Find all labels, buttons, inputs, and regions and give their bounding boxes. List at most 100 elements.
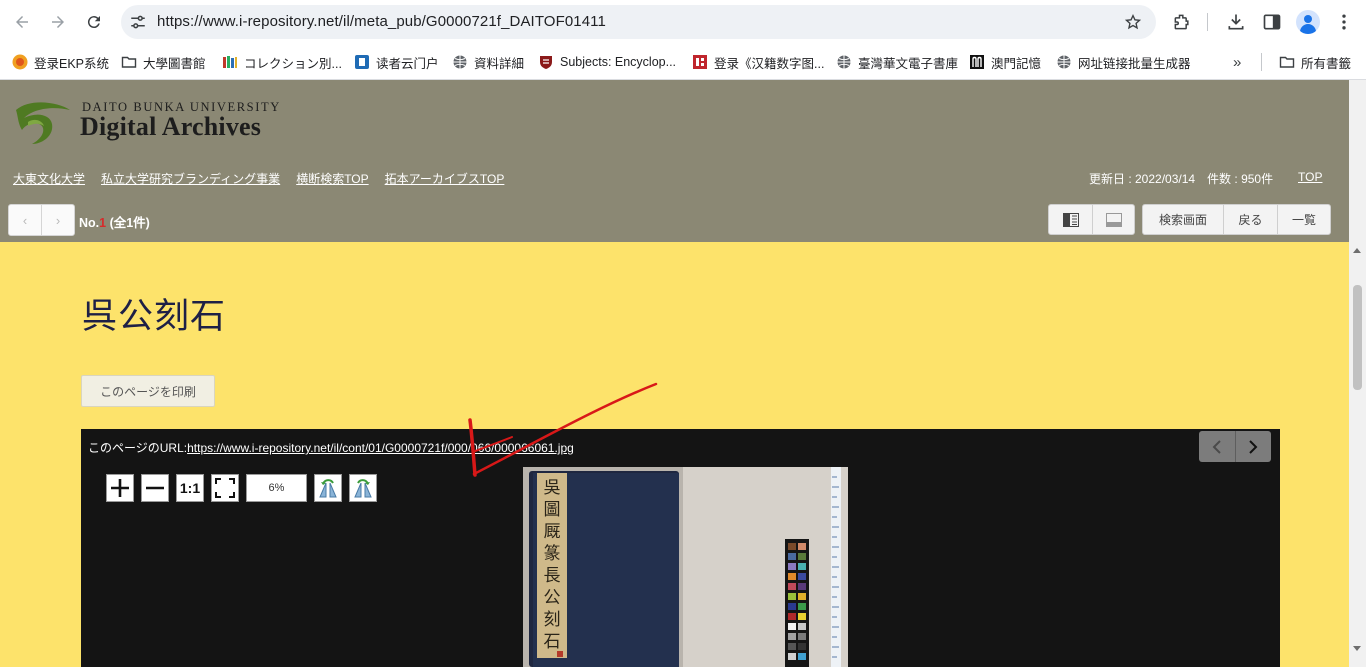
list-button[interactable]: 一覧	[1277, 205, 1330, 234]
image-url-line: このページのURL:https://www.i-repository.net/i…	[88, 441, 574, 455]
image-url-link[interactable]: https://www.i-repository.net/il/cont/01/…	[187, 441, 574, 455]
updated-count-text: 更新日 : 2022/03/14 件数 : 950件	[1089, 172, 1274, 186]
link-rubbing-archive-top[interactable]: 拓本アーカイブスTOP	[385, 170, 505, 186]
browser-toolbar: https://www.i-repository.net/il/meta_pub…	[0, 0, 1366, 44]
globe-icon	[1056, 54, 1072, 70]
bookmark-item[interactable]: 网址链接批量生成器	[1056, 52, 1191, 72]
profile-avatar[interactable]	[1296, 10, 1320, 34]
bookmark-label: 臺灣華文電子書庫	[858, 56, 959, 71]
bookmark-label: 大學圖書館	[143, 56, 206, 71]
header-links: 大東文化大学 私立大学研究ブランディング事業 横断検索TOP 拓本アーカイブスT…	[13, 170, 504, 186]
update-info: 更新日 : 2022/03/14 件数 : 950件 TOP	[1089, 170, 1322, 187]
back-button[interactable]: 戻る	[1223, 205, 1277, 234]
menu-kebab-icon[interactable]	[1332, 10, 1356, 34]
bookmark-label: 澳門記憶	[991, 56, 1042, 71]
link-cross-search-top[interactable]: 横断検索TOP	[296, 170, 368, 186]
bookmark-item[interactable]: 登录《汉籍数字图...	[692, 52, 824, 72]
bookmark-item[interactable]: Subjects: Encyclop...	[538, 52, 676, 72]
bookmark-item[interactable]: 澳門記憶	[969, 52, 1041, 72]
scanned-book-image[interactable]: 吳 圖 厩 篆 長 公 刻 石	[523, 467, 848, 667]
more-bookmarks-icon[interactable]: »	[1233, 52, 1241, 72]
folder-icon	[1279, 54, 1295, 70]
svg-text:公: 公	[544, 588, 561, 608]
bookmark-label: 网址链接批量生成器	[1078, 56, 1191, 71]
bookmark-label: 所有書籤	[1301, 56, 1352, 71]
site-settings-icon[interactable]	[129, 13, 147, 31]
site-header: DAITO BUNKA UNIVERSITY Digital Archives …	[0, 80, 1349, 242]
svg-text:長: 長	[544, 566, 561, 586]
seal-icon	[692, 54, 708, 70]
shield-icon	[538, 54, 554, 70]
svg-text:石: 石	[544, 632, 561, 652]
svg-text:厩: 厩	[544, 522, 561, 542]
link-daito-university[interactable]: 大東文化大学	[13, 170, 85, 186]
books-icon	[222, 54, 238, 70]
folder-icon	[121, 54, 137, 70]
search-screen-button[interactable]: 検索画面	[1143, 205, 1223, 234]
bookmark-item[interactable]: 登录EKP系统	[12, 52, 109, 72]
back-icon[interactable]	[9, 9, 35, 35]
link-branding-project[interactable]: 私立大学研究ブランディング事業	[101, 170, 280, 186]
globe-icon	[452, 54, 468, 70]
scroll-thumb[interactable]	[1353, 285, 1362, 390]
extensions-icon[interactable]	[1170, 10, 1194, 34]
reload-icon[interactable]	[81, 9, 107, 35]
bookmark-label: 读者云门户	[376, 56, 439, 71]
download-icon[interactable]	[1224, 10, 1248, 34]
bookmark-item[interactable]: 資料詳細	[452, 52, 524, 72]
globe-icon	[836, 54, 852, 70]
rotate-left-icon[interactable]	[314, 474, 342, 502]
record-pager: ‹ ›	[8, 204, 75, 236]
record-content: 呉公刻石 このページを印刷 このページのURL:https://www.i-re…	[0, 242, 1349, 667]
url-text[interactable]: https://www.i-repository.net/il/meta_pub…	[157, 5, 606, 39]
viewer-next-icon[interactable]	[1234, 431, 1272, 462]
viewer-pager	[1199, 431, 1271, 462]
svg-text:篆: 篆	[544, 543, 561, 564]
logo-swoosh-icon	[16, 102, 70, 144]
viewer-prev-icon[interactable]	[1199, 431, 1235, 462]
next-record-icon[interactable]: ›	[41, 205, 74, 235]
layout-columns-icon[interactable]	[1049, 205, 1092, 234]
memory-icon	[969, 54, 985, 70]
bookmark-folder[interactable]: 大學圖書館	[121, 52, 206, 72]
page-scrollbar[interactable]	[1349, 80, 1366, 667]
reader-icon	[354, 54, 370, 70]
forward-icon[interactable]	[45, 9, 71, 35]
ekp-icon	[12, 54, 28, 70]
layout-toggle	[1048, 204, 1135, 235]
fit-screen-icon[interactable]	[211, 474, 239, 502]
bookmark-label: 登录EKP系统	[34, 56, 110, 71]
svg-text:吳: 吳	[544, 478, 561, 498]
bookmarks-bar: 登录EKP系统 大學圖書館 コレクション別... 读者云门户 資料詳細 Subj…	[0, 44, 1366, 80]
actual-size-button[interactable]: 1:1	[176, 474, 204, 502]
scroll-up-icon[interactable]	[1353, 248, 1361, 253]
bookmark-item[interactable]: 臺灣華文電子書庫	[836, 52, 958, 72]
bookmark-label: 登录《汉籍数字图...	[714, 56, 825, 71]
record-number: No.1 (全1件)	[79, 216, 150, 230]
prev-record-icon[interactable]: ‹	[9, 205, 41, 235]
zoom-out-icon[interactable]	[141, 474, 169, 502]
bookmark-star-icon[interactable]	[1124, 13, 1142, 31]
link-top[interactable]: TOP	[1298, 170, 1322, 184]
svg-text:圖: 圖	[544, 500, 561, 520]
page-viewport: DAITO BUNKA UNIVERSITY Digital Archives …	[0, 80, 1349, 667]
rotate-right-icon[interactable]	[349, 474, 377, 502]
bookmark-item[interactable]: 读者云门户	[354, 52, 439, 72]
scroll-down-icon[interactable]	[1353, 646, 1361, 651]
page-title: 呉公刻石	[82, 297, 227, 337]
image-viewer: このページのURL:https://www.i-repository.net/i…	[81, 429, 1280, 667]
address-bar[interactable]: https://www.i-repository.net/il/meta_pub…	[121, 5, 1156, 39]
bookmark-label: Subjects: Encyclop...	[560, 55, 677, 69]
zoom-level: 6%	[246, 474, 307, 502]
layout-rows-icon[interactable]	[1092, 205, 1134, 234]
svg-text:刻: 刻	[544, 610, 561, 630]
bookmark-label: コレクション別...	[244, 56, 342, 71]
site-logo[interactable]: DAITO BUNKA UNIVERSITY Digital Archives	[10, 98, 310, 146]
zoom-in-icon[interactable]	[106, 474, 134, 502]
site-name: Digital Archives	[80, 112, 262, 141]
bookmark-item[interactable]: コレクション別...	[222, 52, 342, 72]
record-actions: 検索画面 戻る 一覧	[1142, 204, 1331, 235]
side-panel-icon[interactable]	[1260, 10, 1284, 34]
all-bookmarks-folder[interactable]: 所有書籤	[1279, 52, 1351, 72]
print-button[interactable]: このページを印刷	[81, 375, 215, 407]
